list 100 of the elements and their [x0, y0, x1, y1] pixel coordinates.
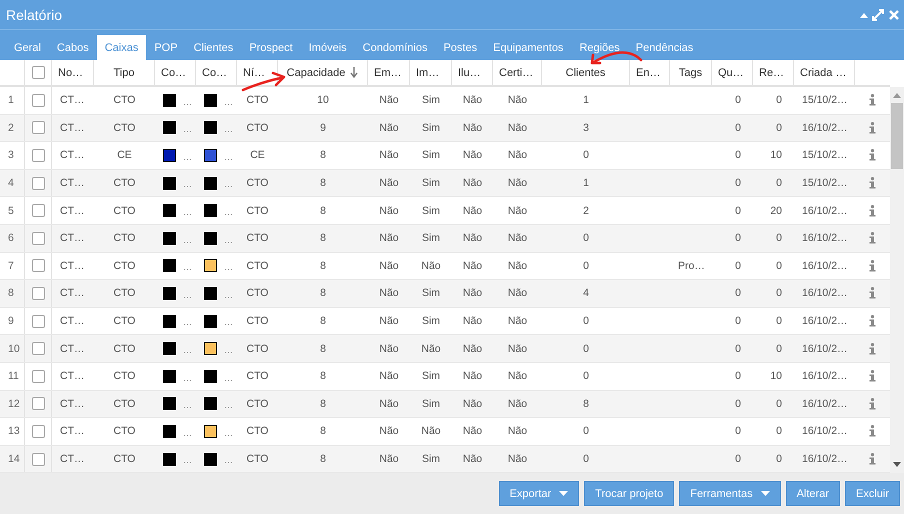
info-icon[interactable] — [869, 204, 876, 217]
table-cell: 16/10/2… — [802, 370, 848, 382]
table-cell: Pro… — [678, 260, 705, 272]
info-icon[interactable] — [869, 287, 876, 300]
column-header[interactable]: En… — [636, 66, 660, 78]
sort-icon[interactable] — [350, 67, 358, 78]
table-cell: 8 — [320, 315, 326, 328]
table-cell: 2 — [583, 204, 589, 217]
table-cell: CTO — [114, 260, 136, 272]
table-cell: CTO — [246, 398, 268, 410]
info-icon[interactable] — [869, 149, 876, 162]
toolbar-button[interactable]: Alterar — [786, 481, 840, 506]
info-icon[interactable] — [869, 342, 876, 355]
column-header[interactable]: Tags — [678, 66, 702, 78]
table-cell: 0 — [583, 232, 589, 244]
info-icon[interactable] — [869, 425, 876, 438]
scrollbar[interactable] — [890, 87, 904, 474]
tab[interactable]: Caixas — [96, 35, 146, 60]
row-checkbox[interactable] — [32, 342, 44, 356]
table-cell-text: … — [224, 428, 233, 440]
row-checkbox[interactable] — [32, 286, 44, 300]
table-cell: 16/10/2… — [802, 122, 848, 134]
column-header[interactable]: Criada … — [800, 66, 846, 78]
scroll-up-icon[interactable] — [893, 93, 901, 98]
table-cell: 0 — [735, 315, 741, 328]
table-cell: 16/10/2… — [802, 453, 848, 466]
toolbar-button[interactable]: Excluir — [844, 481, 900, 506]
column-header[interactable]: Co… — [202, 66, 228, 78]
row-checkbox[interactable] — [32, 232, 44, 245]
info-icon[interactable] — [869, 260, 876, 272]
table-cell: 9 — [320, 122, 326, 134]
column-header[interactable]: No… — [58, 66, 84, 78]
column-header[interactable]: Clientes — [566, 66, 606, 78]
table-cell: 8 — [320, 232, 326, 244]
table-cell: Não — [508, 260, 528, 272]
row-number: 14 — [0, 446, 25, 472]
row-checkbox[interactable] — [32, 314, 44, 328]
column-header[interactable]: Im… — [416, 66, 440, 78]
maximize-icon[interactable] — [872, 8, 884, 20]
table-cell: 15/10/2… — [802, 94, 848, 106]
table-cell: Não — [379, 370, 399, 382]
row-number: 2 — [0, 114, 25, 142]
row-checkbox[interactable] — [32, 452, 44, 466]
info-icon[interactable] — [869, 398, 876, 410]
column-header[interactable]: Em… — [374, 66, 402, 78]
table-cell: CT… — [60, 315, 84, 328]
column-header[interactable]: Ilu… — [458, 66, 481, 78]
column-header[interactable]: Re… — [759, 66, 784, 78]
row-checkbox[interactable] — [32, 148, 44, 162]
tab[interactable]: Cabos — [48, 35, 97, 60]
info-icon[interactable] — [869, 177, 876, 190]
tab[interactable]: POP — [146, 35, 186, 60]
row-checkbox[interactable] — [32, 204, 44, 218]
table-cell: CTO — [114, 177, 136, 190]
toolbar-button[interactable]: Ferramentas — [679, 481, 781, 506]
tab[interactable]: Clientes — [186, 35, 242, 60]
info-icon[interactable] — [869, 94, 876, 106]
row-checkbox[interactable] — [32, 94, 44, 107]
table-cell-text: … — [183, 372, 192, 385]
column-header[interactable]: Co… — [161, 66, 186, 78]
row-checkbox[interactable] — [32, 397, 44, 410]
tab[interactable]: Regiões — [571, 35, 628, 60]
table-cell: 0 — [583, 260, 589, 272]
toolbar-button[interactable]: Trocar projeto — [584, 481, 674, 506]
row-checkbox[interactable] — [32, 176, 44, 190]
tab[interactable]: Geral — [6, 35, 49, 60]
tab[interactable]: Equipamentos — [485, 35, 572, 60]
tab[interactable]: Pendências — [628, 35, 702, 60]
toolbar-button[interactable]: Exportar — [498, 481, 580, 506]
info-icon[interactable] — [869, 370, 876, 382]
table-cell: 0 — [735, 370, 741, 382]
select-all-checkbox[interactable] — [32, 66, 44, 79]
scrollbar-thumb[interactable] — [891, 103, 903, 169]
info-icon[interactable] — [869, 453, 876, 466]
info-icon[interactable] — [869, 315, 876, 328]
scroll-down-icon[interactable] — [893, 462, 901, 468]
row-checkbox[interactable] — [32, 259, 44, 272]
table-cell: Não — [421, 260, 441, 272]
row-number: 8 — [0, 280, 25, 307]
column-header[interactable]: Tipo — [114, 66, 134, 78]
table-cell: CTO — [246, 287, 268, 300]
table-cell: Sim — [422, 453, 440, 466]
row-checkbox[interactable] — [32, 370, 44, 383]
tab[interactable]: Condomínios — [354, 35, 436, 60]
close-icon[interactable] — [888, 8, 900, 20]
table-cell: 0 — [735, 453, 741, 466]
column-header[interactable]: Certi… — [499, 66, 534, 78]
info-icon[interactable] — [869, 122, 876, 134]
column-header[interactable]: Qu… — [718, 66, 744, 78]
row-checkbox[interactable] — [32, 424, 44, 438]
table-cell: Sim — [422, 370, 440, 382]
tab[interactable]: Prospect — [241, 35, 301, 60]
info-icon[interactable] — [869, 232, 876, 244]
row-checkbox[interactable] — [32, 121, 44, 134]
tab[interactable]: Imóveis — [300, 35, 355, 60]
column-header[interactable]: Capacidade — [286, 66, 346, 78]
collapse-icon[interactable] — [860, 10, 868, 18]
tab[interactable]: Postes — [435, 35, 486, 60]
row-number: 3 — [0, 142, 25, 169]
column-header[interactable]: Ní… — [243, 66, 265, 78]
